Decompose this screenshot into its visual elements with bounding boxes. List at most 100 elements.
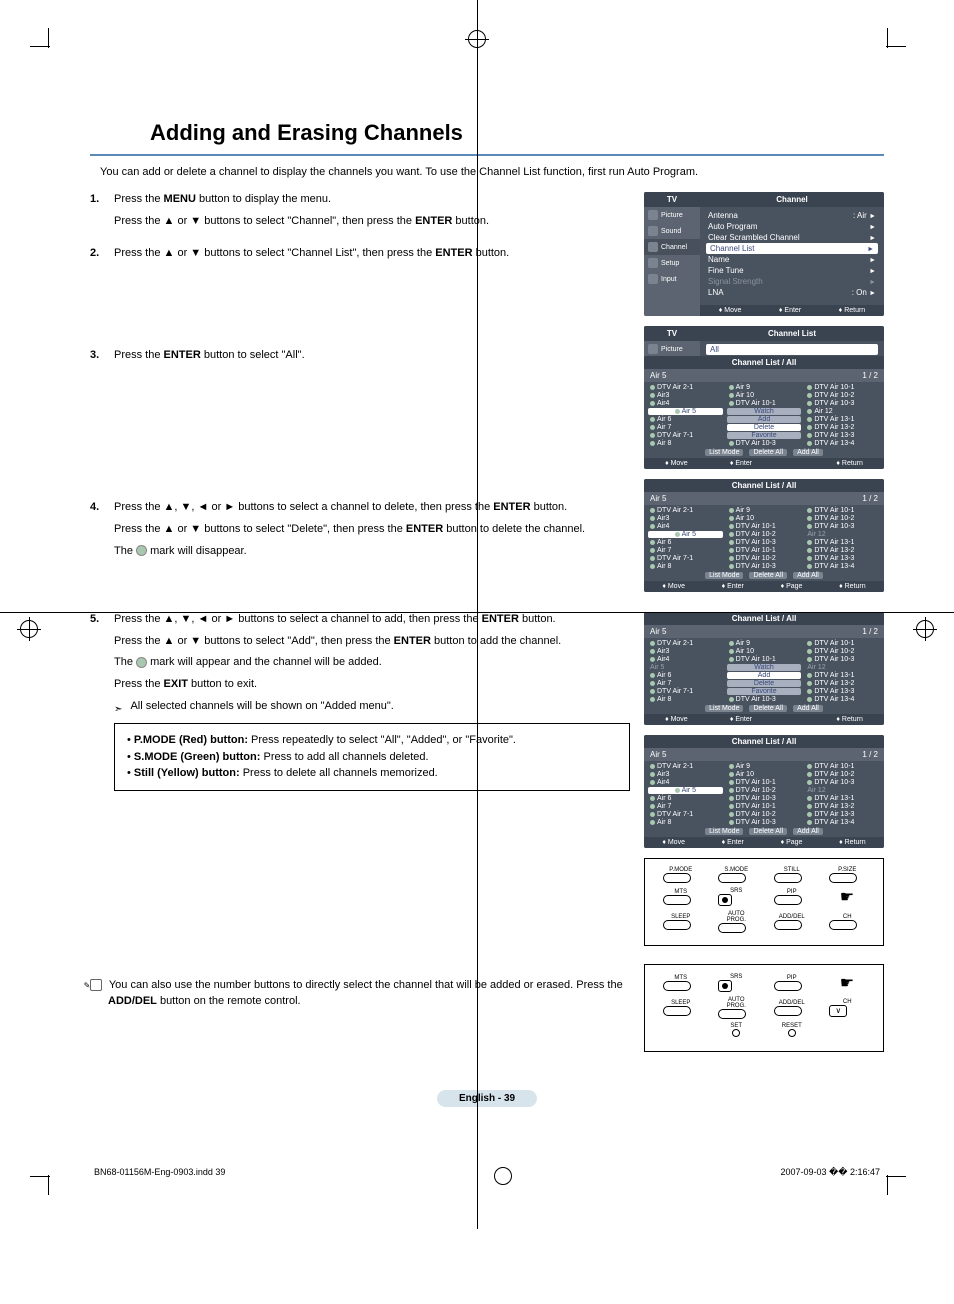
channel-entry: DTV Air 10-2: [805, 648, 880, 655]
remote-button: [774, 1006, 802, 1016]
remote-button-label: PIP: [774, 889, 810, 895]
channel-entry: DTV Air 10-3: [727, 563, 802, 570]
osd-button: Add All: [793, 705, 823, 712]
remote-button: [774, 873, 802, 883]
crop-mark: [30, 1176, 50, 1177]
channel-entry: Air 12: [805, 408, 880, 415]
channel-entry: DTV Air 13-1: [805, 416, 880, 423]
channel-entry: DTV Air 10-1: [727, 656, 802, 663]
remote-button-label: SRS: [718, 974, 754, 980]
channel-entry: Air 7: [648, 803, 723, 810]
channel-entry: DTV Air 10-1: [727, 400, 802, 407]
step-5-line-1: Press the ▲, ▼, ◄ or ► buttons to select…: [114, 612, 630, 628]
remote-button: [718, 980, 732, 992]
osd-side-item: Input: [644, 271, 700, 287]
osd-tv-label: TV: [644, 326, 700, 341]
channel-entry: Air 6: [648, 795, 723, 802]
channel-entry: Air 7: [648, 424, 723, 431]
channel-entry: Air 8: [648, 440, 723, 447]
remote-button: [829, 873, 857, 883]
crop-mark: [48, 28, 49, 48]
channel-entry: DTV Air 10-3: [805, 523, 880, 530]
channel-entry: DTV Air 7-1: [648, 688, 723, 695]
crop-mark: [887, 28, 888, 48]
remote-button: [732, 1029, 740, 1037]
osd-channel-list-all-collapsed: Channel List / AllAir 51 / 2DTV Air 2-1A…: [644, 479, 884, 592]
channel-entry: DTV Air 13-4: [805, 696, 880, 703]
remote-button-label: S.MODE: [718, 867, 754, 873]
channel-entry: Air3: [648, 515, 723, 522]
title-divider: [90, 154, 884, 156]
channel-entry: DTV Air 10-3: [805, 400, 880, 407]
channel-entry: Air 6: [648, 416, 723, 423]
channel-entry: Air 10: [727, 771, 802, 778]
registration-target-right: [916, 620, 934, 638]
osd-menu-row: Channel List ►: [706, 243, 878, 254]
channel-entry: DTV Air 10-3: [727, 795, 802, 802]
channel-entry: Air4: [648, 656, 723, 663]
footer-filename: BN68-01156M-Eng-0903.indd 39: [94, 1167, 225, 1185]
remote-button: [718, 923, 746, 933]
intro-text: You can add or delete a channel to displ…: [100, 166, 884, 178]
channel-entry: DTV Air 10-2: [727, 555, 802, 562]
channel-entry: DTV Air 13-4: [805, 819, 880, 826]
channel-entry: DTV Air 10-2: [805, 392, 880, 399]
remote-button: [774, 895, 802, 905]
osd-title: Channel: [700, 192, 884, 207]
remote-button-label: STILL: [774, 867, 810, 873]
remote-button-label: SLEEP: [663, 1000, 699, 1006]
step-1-line-2: Press the ▲ or ▼ buttons to select "Chan…: [114, 214, 630, 230]
osd-button: List Mode: [705, 449, 743, 456]
step-5-line-2: Press the ▲ or ▼ buttons to select "Add"…: [114, 634, 630, 650]
remote-button-label: SET: [718, 1023, 754, 1029]
channel-entry: DTV Air 13-2: [805, 680, 880, 687]
osd-button: List Mode: [705, 572, 743, 579]
channel-entry: Air 9: [727, 640, 802, 647]
channel-entry: DTV Air 10-1: [727, 803, 802, 810]
step-number: 5.: [90, 612, 114, 791]
channel-entry: Air 6: [648, 672, 723, 679]
step-1-line-1: Press the MENU button to display the men…: [114, 192, 630, 208]
osd-title: Channel List: [700, 326, 884, 341]
osd-button: Delete All: [749, 572, 787, 579]
osd-button: List Mode: [705, 705, 743, 712]
note-icon: [114, 702, 126, 711]
remote-button: [829, 920, 857, 930]
channel-entry: DTV Air 7-1: [648, 555, 723, 562]
channel-entry: Air 8: [648, 563, 723, 570]
remote-button-label: P.MODE: [663, 867, 699, 873]
remote-button-label: ADD/DEL: [774, 1000, 810, 1006]
remote-button-label: SLEEP: [663, 914, 699, 920]
channel-entry: Favorite: [727, 432, 802, 439]
channel-entry: DTV Air 10-3: [727, 539, 802, 546]
remote-button: [788, 1029, 796, 1037]
step-2: Press the ▲ or ▼ buttons to select "Chan…: [114, 246, 630, 262]
pointing-hand-icon: ☚: [829, 887, 865, 907]
channel-entry: DTV Air 10-3: [805, 656, 880, 663]
box-pmode: • P.MODE (Red) button: Press repeatedly …: [127, 732, 617, 749]
channel-entry: DTV Air 10-2: [727, 787, 802, 794]
channel-entry: DTV Air 13-2: [805, 424, 880, 431]
channel-entry: DTV Air 13-4: [805, 563, 880, 570]
osd-menu-row: Auto Program ►: [706, 221, 878, 232]
channel-entry: Air 10: [727, 515, 802, 522]
channel-entry: DTV Air 13-4: [805, 440, 880, 447]
channel-entry: DTV Air 10-2: [805, 515, 880, 522]
osd-button: List Mode: [705, 828, 743, 835]
osd-side-item: Setup: [644, 255, 700, 271]
channel-entry: DTV Air 13-2: [805, 547, 880, 554]
osd-menu-row: Antenna: Air ►: [706, 210, 878, 221]
hint-add-del: ✎ You can also use the number buttons to…: [90, 978, 630, 1010]
channel-entry: Air 12: [805, 531, 880, 538]
channel-entry: Add: [727, 416, 802, 423]
channel-entry: Air 5: [648, 531, 723, 538]
footer-timestamp: 2007-09-03 �� 2:16:47: [780, 1167, 880, 1185]
channel-entry: Air 9: [727, 507, 802, 514]
channel-entry: Air 6: [648, 539, 723, 546]
channel-entry: DTV Air 7-1: [648, 811, 723, 818]
osd-channel-list-all-add: Channel List / AllAir 51 / 2DTV Air 2-1A…: [644, 612, 884, 725]
channel-entry: Air 5: [648, 664, 723, 671]
channel-entry: DTV Air 13-1: [805, 795, 880, 802]
channel-entry: DTV Air 13-1: [805, 672, 880, 679]
remote-button-label: SRS: [718, 888, 754, 894]
